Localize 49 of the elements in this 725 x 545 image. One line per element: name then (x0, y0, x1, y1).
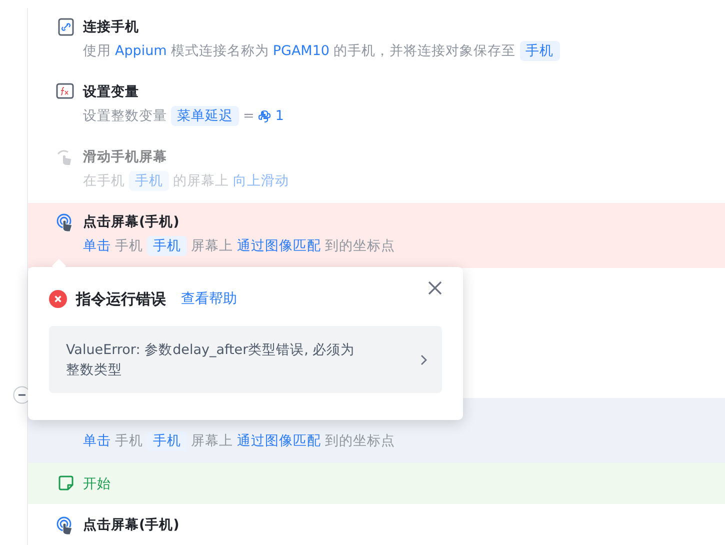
step-row[interactable]: 点击屏幕(手机) (28, 504, 725, 545)
description-text: 到的坐标点 (325, 432, 395, 451)
description-text: 到的坐标点 (325, 237, 395, 256)
function-icon (56, 83, 74, 99)
parameter-value[interactable]: 通过图像匹配 (237, 431, 321, 451)
step-title: 开始 (83, 475, 111, 494)
step-title: 滑动手机屏幕 (83, 148, 168, 167)
parameter-value[interactable]: 通过图像匹配 (237, 236, 321, 256)
link-icon (58, 18, 74, 36)
parameter-value[interactable]: 单击 (83, 236, 111, 256)
chevron-right-icon (420, 354, 428, 366)
step-row[interactable]: 连接手机 使用 Appium 模式连接名称为 PGAM10 的手机，并将连接对象保存至 手机 (28, 8, 725, 73)
description-text: 屏幕上 (191, 237, 233, 256)
parameter-value[interactable]: Appium (115, 41, 167, 61)
error-message: ValueError: 参数delay_after类型错误, 必须为整数类型 (66, 340, 356, 380)
step-row[interactable]: 点击屏幕(手机) 单击 手机 手机 屏幕上 通过图像匹配 到的坐标点 (28, 203, 725, 268)
step-row[interactable]: 设置变量 设置整数变量 菜单延迟 = 1 (28, 73, 725, 138)
parameter-value[interactable]: 单击 (83, 431, 111, 451)
note-icon (58, 475, 74, 491)
description-text: 模式连接名称为 (170, 42, 269, 61)
python-icon (258, 110, 272, 122)
variable-tag[interactable]: 手机 (520, 41, 560, 61)
description-text: 手机 (115, 237, 143, 256)
description-text: = (243, 107, 254, 126)
description-text: 的手机，并将连接对象保存至 (334, 42, 516, 61)
error-icon (49, 290, 67, 308)
step-title: 连接手机 (83, 18, 140, 37)
variable-tag[interactable]: 手机 (147, 431, 187, 451)
error-message-card[interactable]: ValueError: 参数delay_after类型错误, 必须为整数类型 (49, 326, 442, 393)
variable-tag[interactable]: 菜单延迟 (171, 106, 239, 126)
description-text: 在手机 (83, 172, 125, 191)
swipe-icon (56, 148, 74, 166)
help-link[interactable]: 查看帮助 (181, 290, 237, 308)
description-text: 设置整数变量 (83, 107, 167, 126)
description-text: 屏幕上 (191, 432, 233, 451)
variable-value[interactable]: 1 (275, 106, 284, 126)
description-text: 的屏幕上 (173, 172, 229, 191)
step-title: 设置变量 (83, 83, 140, 102)
tap-icon (56, 213, 74, 232)
variable-tag[interactable]: 手机 (147, 236, 187, 256)
step-title: 点击屏幕(手机) (83, 516, 180, 535)
step-title: 点击屏幕(手机) (83, 213, 180, 232)
parameter-value[interactable]: PGAM10 (272, 41, 330, 61)
description-text: 使用 (83, 42, 111, 61)
comment-row[interactable]: 开始 (28, 463, 725, 504)
popup-title: 指令运行错误 (76, 290, 166, 308)
description-text: 手机 (115, 432, 143, 451)
close-icon[interactable] (428, 281, 442, 295)
tap-icon (56, 516, 74, 535)
